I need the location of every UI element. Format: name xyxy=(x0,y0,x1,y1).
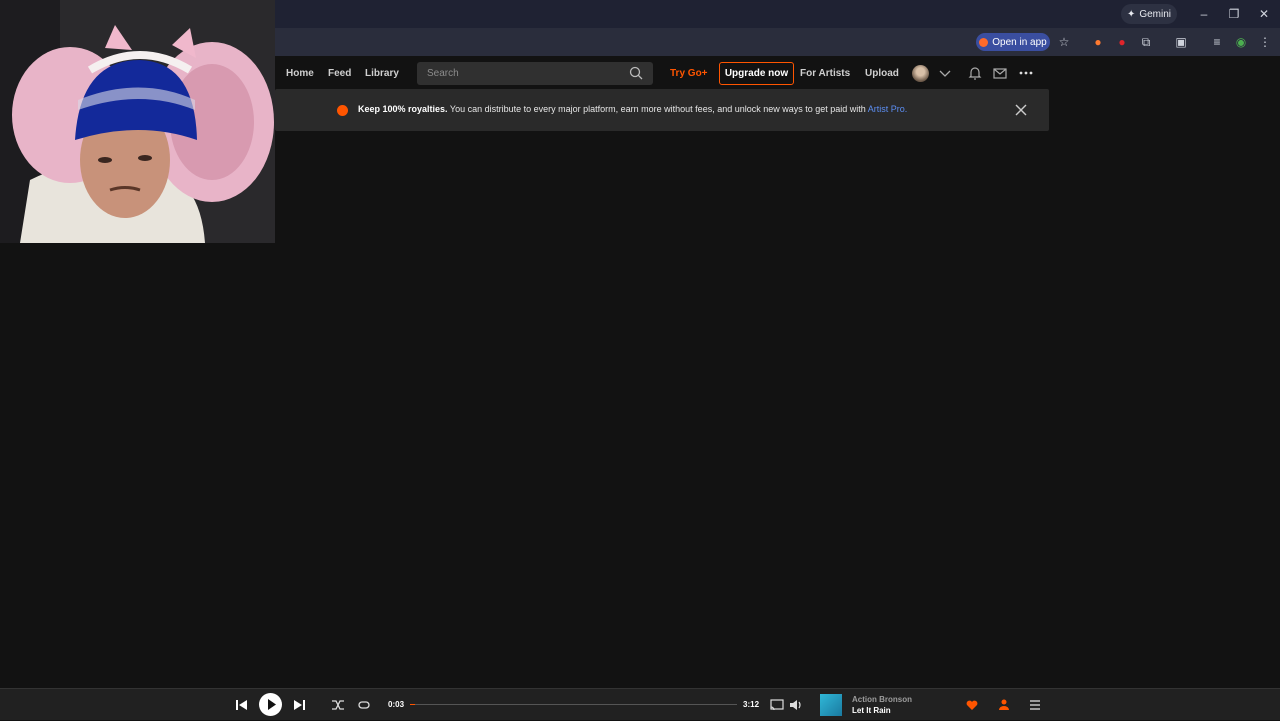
user-avatar[interactable] xyxy=(912,65,929,82)
nav-for-artists[interactable]: For Artists xyxy=(800,68,850,79)
volume-icon[interactable] xyxy=(788,697,804,713)
nav-library[interactable]: Library xyxy=(365,68,399,79)
extensions-puzzle-icon[interactable]: ⧉ xyxy=(1138,34,1154,50)
extension-red-icon[interactable]: ● xyxy=(1114,34,1130,50)
star-badge-icon xyxy=(337,105,348,116)
bookmark-star-icon[interactable]: ☆ xyxy=(1056,34,1072,50)
banner-body: You can distribute to every major platfo… xyxy=(447,104,868,114)
heart-icon[interactable] xyxy=(964,697,980,713)
artist-pro-link[interactable]: Artist Pro. xyxy=(868,104,908,114)
banner-bold: Keep 100% royalties. xyxy=(358,104,448,114)
search-input[interactable] xyxy=(427,66,617,81)
close-icon[interactable] xyxy=(1014,103,1028,117)
artist-name[interactable]: Action Bronson xyxy=(852,695,912,704)
current-time: 0:03 xyxy=(388,700,405,709)
duration: 3:12 xyxy=(743,700,760,709)
webcam-image xyxy=(0,0,275,243)
chevron-down-icon[interactable] xyxy=(937,65,953,81)
minimize-icon[interactable]: – xyxy=(1196,6,1212,22)
open-in-app-button[interactable]: Open in app xyxy=(976,33,1050,51)
skip-previous-icon[interactable] xyxy=(233,697,249,713)
mail-icon[interactable] xyxy=(992,65,1008,81)
play-icon xyxy=(268,699,276,710)
player-bar: 0:03 3:12 Action Bronson Let It Rain xyxy=(0,688,1280,720)
gemini-button[interactable]: ✦ Gemini xyxy=(1121,4,1177,24)
bell-icon[interactable] xyxy=(967,65,983,81)
try-go-link[interactable]: Try Go+ xyxy=(670,68,708,79)
queue-icon[interactable] xyxy=(1027,697,1043,713)
album-art[interactable] xyxy=(820,694,842,716)
extension-orange-icon[interactable]: ● xyxy=(1090,34,1106,50)
search-icon[interactable] xyxy=(629,66,643,80)
upgrade-now-button[interactable]: Upgrade now xyxy=(719,62,794,85)
banner-text: Keep 100% royalties. You can distribute … xyxy=(358,104,907,114)
shuffle-icon[interactable] xyxy=(330,697,346,713)
close-window-icon[interactable]: ✕ xyxy=(1256,6,1272,22)
open-in-app-label: Open in app xyxy=(992,36,1047,48)
more-dots-icon[interactable] xyxy=(1018,65,1034,81)
skip-next-icon[interactable] xyxy=(292,697,308,713)
track-title[interactable]: Let It Rain xyxy=(852,706,891,715)
webcam-overlay xyxy=(0,0,275,243)
nav-feed[interactable]: Feed xyxy=(328,68,351,79)
nav-upload[interactable]: Upload xyxy=(865,68,899,79)
soundcloud-app-icon xyxy=(979,37,989,47)
nav-home[interactable]: Home xyxy=(286,68,314,79)
progress-bar[interactable] xyxy=(410,704,737,705)
repeat-icon[interactable] xyxy=(356,697,372,713)
play-button[interactable] xyxy=(259,693,282,716)
browser-menu-icon[interactable]: ⋮ xyxy=(1257,34,1273,50)
tab-search-icon[interactable]: ▣ xyxy=(1173,34,1189,50)
progress-fill xyxy=(410,704,416,705)
profile-avatar-icon[interactable]: ◉ xyxy=(1233,34,1249,50)
gemini-label: Gemini xyxy=(1139,8,1172,20)
sparkle-icon: ✦ xyxy=(1126,8,1136,20)
search-box xyxy=(417,62,653,85)
cast-icon[interactable] xyxy=(769,697,785,713)
follow-user-icon[interactable] xyxy=(996,697,1012,713)
restore-icon[interactable]: ❐ xyxy=(1226,6,1242,22)
media-controls-icon[interactable]: ≡ xyxy=(1209,34,1225,50)
artist-pro-banner: Keep 100% royalties. You can distribute … xyxy=(275,89,1049,131)
